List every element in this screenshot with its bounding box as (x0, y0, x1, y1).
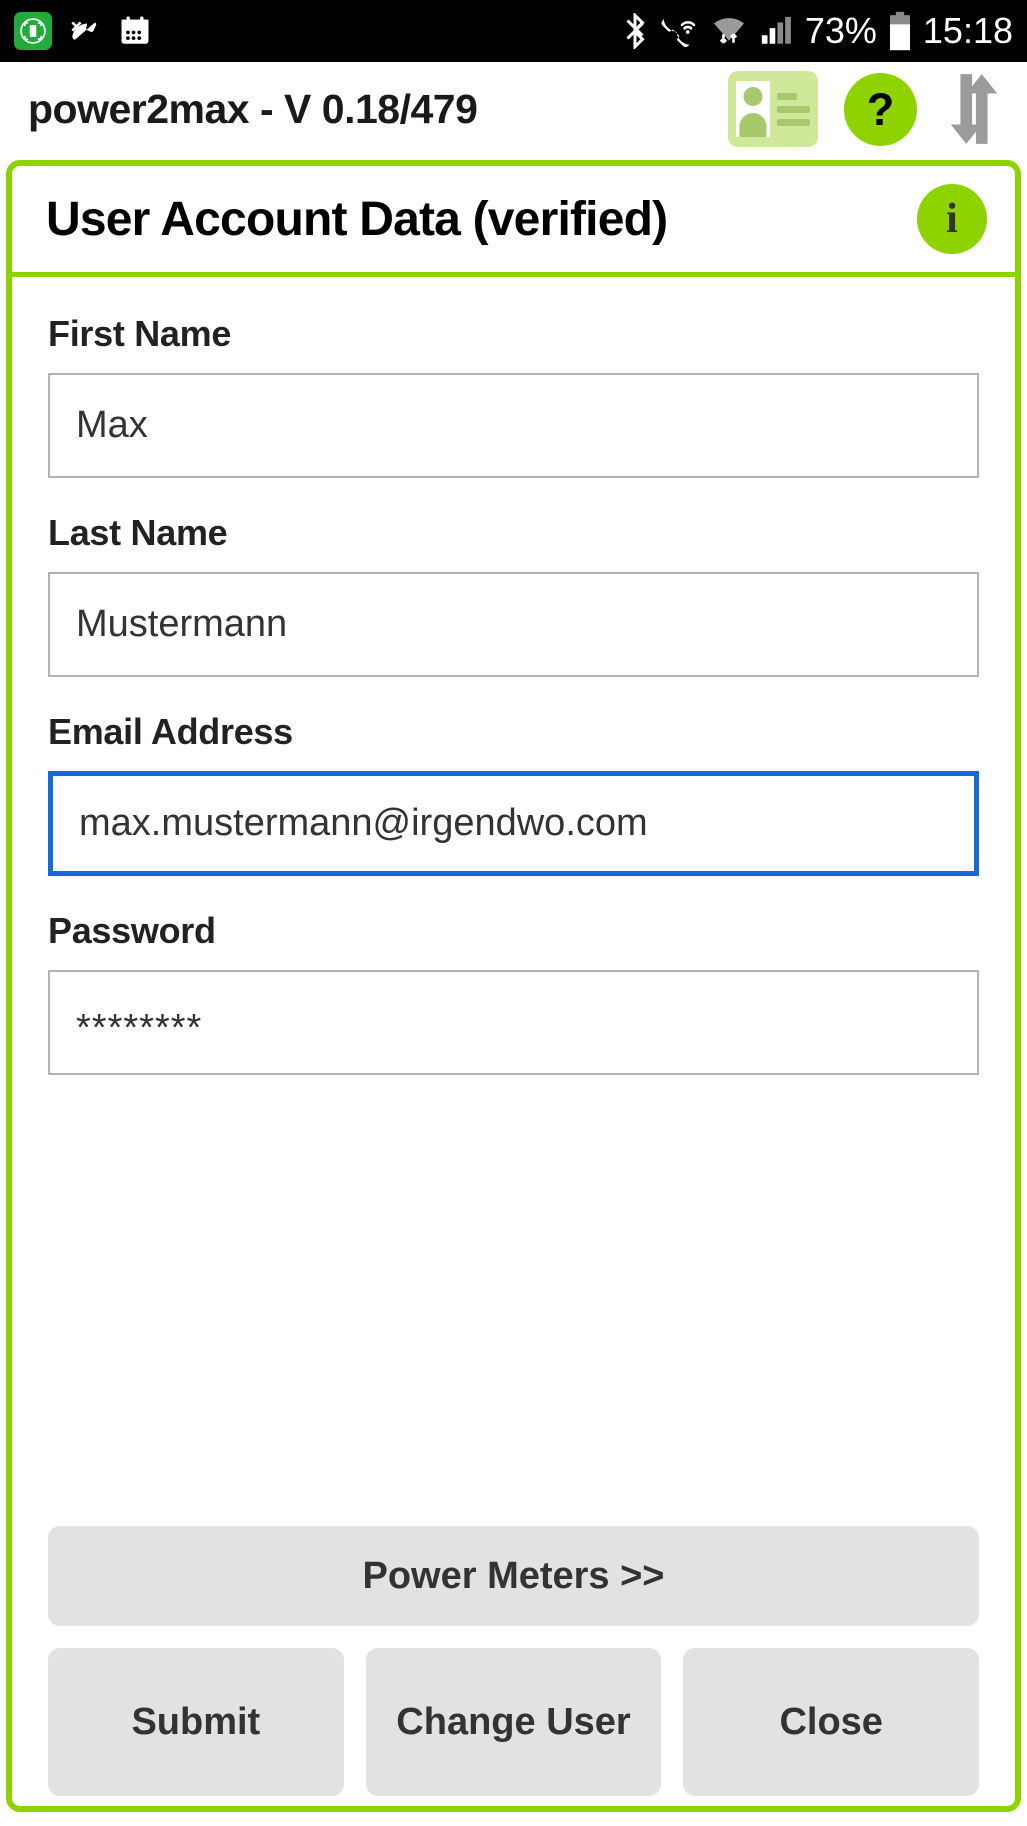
card-header: User Account Data (verified) i (12, 166, 1015, 277)
action-button-row: Submit Change User Close (48, 1648, 980, 1796)
id-card-photo-icon (736, 81, 770, 137)
close-button[interactable]: Close (683, 1648, 980, 1796)
field-email-address: Email Address max.mustermann@irgendwo.co… (48, 711, 979, 876)
status-bar-left-icons (14, 12, 621, 50)
submit-button[interactable]: Submit (48, 1648, 344, 1796)
toolbar-actions: ? (728, 70, 1005, 148)
page-title: User Account Data (verified) (46, 192, 668, 246)
last-name-label: Last Name (48, 512, 228, 553)
bluetooth-icon (621, 13, 649, 49)
battery-icon (888, 11, 912, 51)
wifi-icon (711, 13, 747, 49)
help-button[interactable]: ? (844, 72, 917, 146)
power-meters-button[interactable]: Power Meters >> (48, 1526, 979, 1626)
app-title: power2max - V 0.18/479 (28, 85, 478, 132)
card-body: First Name Max Last Name Mustermann Emai… (12, 277, 1015, 1806)
user-account-card: User Account Data (verified) i First Nam… (6, 160, 1021, 1812)
app-toolbar: power2max - V 0.18/479 ? (0, 62, 1027, 156)
field-password: Password ******** (48, 910, 979, 1075)
email-address-label: Email Address (48, 711, 293, 752)
app-badge-icon (14, 12, 52, 50)
clock-label: 15:18 (922, 10, 1013, 51)
field-last-name: Last Name Mustermann (48, 512, 979, 677)
last-name-input[interactable]: Mustermann (48, 572, 979, 677)
id-card-icon[interactable] (728, 71, 818, 147)
first-name-input[interactable]: Max (48, 373, 979, 478)
change-user-button[interactable]: Change User (365, 1648, 662, 1796)
status-bar-right-icons: 73% 15:18 (621, 11, 1013, 51)
info-button[interactable]: i (917, 184, 987, 254)
missed-call-icon (66, 12, 104, 50)
id-card-lines-icon (777, 92, 810, 126)
field-first-name: First Name Max (48, 313, 979, 478)
wifi-calling-icon (660, 13, 700, 49)
status-bar: 73% 15:18 (0, 0, 1027, 62)
calendar-icon (118, 14, 152, 48)
password-input[interactable]: ******** (48, 970, 979, 1075)
password-label: Password (48, 910, 216, 951)
battery-percent-label: 73% (804, 10, 877, 51)
cellular-signal-icon (758, 14, 794, 48)
first-name-label: First Name (48, 313, 232, 354)
email-address-input[interactable]: max.mustermann@irgendwo.com (48, 771, 979, 876)
sync-arrows-icon[interactable] (943, 70, 1005, 148)
